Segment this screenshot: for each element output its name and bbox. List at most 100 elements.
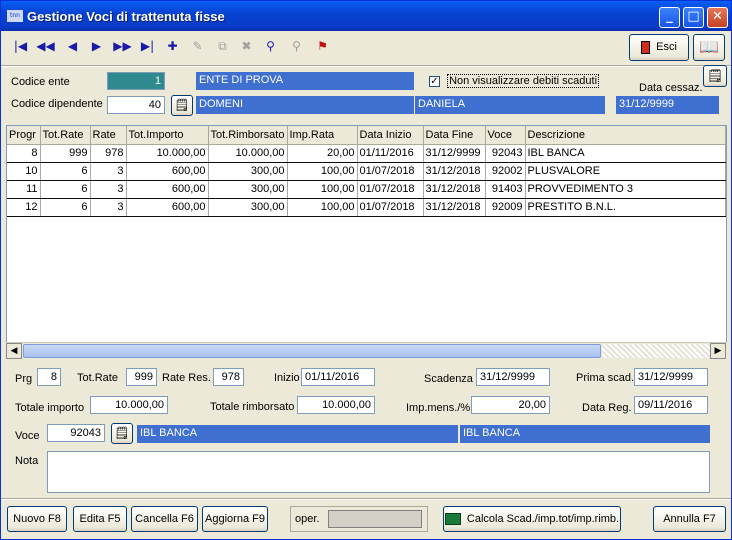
col-tot-rimborsato[interactable]: Tot.Rimborsato — [208, 126, 288, 145]
totale-rimborsato-field[interactable]: 10.000,00 — [297, 396, 375, 414]
cell: 600,00 — [126, 180, 209, 199]
data-reg-field[interactable]: 09/11/2016 — [634, 396, 708, 414]
codice-dipendente-field[interactable]: 40 — [107, 96, 165, 114]
scadenza-field[interactable]: 31/12/9999 — [476, 368, 550, 386]
oper-field — [328, 510, 422, 528]
close-button[interactable]: ✕ — [707, 7, 728, 28]
col-data-fine[interactable]: Data Fine — [423, 126, 486, 145]
cell: 01/07/2018 — [357, 198, 424, 217]
esci-button[interactable]: Esci — [629, 34, 689, 61]
col-tot-rate[interactable]: Tot.Rate — [40, 126, 91, 145]
prev-icon[interactable]: ◀ — [61, 34, 84, 59]
cell: PROVVEDIMENTO 3 — [525, 180, 726, 199]
search-disabled-icon[interactable]: ⚲ — [285, 34, 308, 59]
scroll-left-icon[interactable]: ◀ — [6, 343, 22, 359]
calcola-button[interactable]: Calcola Scad./imp.tot/imp.rimb. — [443, 506, 621, 532]
rate-res-field[interactable]: 978 — [213, 368, 244, 386]
first-icon[interactable]: |◀ — [9, 34, 32, 59]
prev-page-icon[interactable]: ◀◀ — [34, 34, 57, 59]
cell: 01/07/2018 — [357, 180, 424, 199]
table-row[interactable]: 8 999 978 10.000,00 10.000,00 20,00 01/1… — [7, 144, 726, 163]
totale-importo-field[interactable]: 10.000,00 — [90, 396, 168, 414]
help-book-icon[interactable]: 📖 — [693, 34, 725, 61]
scroll-thumb[interactable] — [23, 344, 601, 358]
voce-lookup-icon[interactable]: 🗒 — [111, 423, 133, 444]
last-icon[interactable]: ▶| — [136, 34, 159, 59]
imp-mens-field[interactable]: 20,00 — [471, 396, 550, 414]
scroll-right-icon[interactable]: ▶ — [710, 343, 726, 359]
title-bar[interactable]: tnn Gestione Voci di trattenuta fisse _ … — [1, 1, 731, 31]
col-tot-importo[interactable]: Tot.Importo — [126, 126, 209, 145]
next-page-icon[interactable]: ▶▶ — [111, 34, 134, 59]
tot-rate-field[interactable]: 999 — [126, 368, 157, 386]
search-icon[interactable]: ⚲ — [259, 34, 282, 59]
table-row[interactable]: 12 6 3 600,00 300,00 100,00 01/07/2018 3… — [7, 198, 726, 217]
cell: PLUSVALORE — [525, 162, 726, 181]
cell: 01/11/2016 — [357, 144, 424, 163]
nuovo-button[interactable]: Nuovo F8 — [7, 506, 67, 532]
table-row[interactable]: 10 6 3 600,00 300,00 100,00 01/07/2018 3… — [7, 162, 726, 181]
cell: 978 — [90, 144, 127, 163]
data-cessaz-field: 31/12/9999 — [616, 96, 719, 114]
prg-field[interactable]: 8 — [37, 368, 61, 386]
data-reg-label: Data Reg. — [582, 402, 632, 414]
cell: 10.000,00 — [126, 144, 209, 163]
col-imp-rata[interactable]: Imp.Rata — [287, 126, 358, 145]
scroll-track[interactable] — [602, 344, 712, 358]
totale-importo-label: Totale importo — [15, 402, 85, 414]
employee-surname: DOMENI — [196, 96, 414, 114]
cell: 31/12/9999 — [423, 144, 486, 163]
maximize-button[interactable]: □ — [683, 7, 704, 28]
grid-header-row: Progr Tot.Rate Rate Tot.Importo Tot.Rimb… — [7, 126, 726, 145]
cell: 92002 — [485, 162, 526, 181]
prima-scad-label: Prima scad. — [576, 372, 635, 384]
nota-label: Nota — [15, 455, 39, 467]
cessaz-calendar-icon[interactable]: 🗒 — [703, 65, 727, 87]
checkbox-label: Non visualizzare debiti scaduti — [447, 74, 600, 88]
deductions-grid: Progr Tot.Rate Rate Tot.Importo Tot.Rimb… — [6, 125, 727, 359]
aggiorna-button[interactable]: Aggiorna F9 — [202, 506, 268, 532]
filter-icon[interactable]: ⚑ — [311, 34, 334, 59]
cell: 3 — [90, 198, 127, 217]
employee-lookup-icon[interactable]: 🗒 — [171, 95, 193, 116]
cell: 600,00 — [126, 162, 209, 181]
col-data-inizio[interactable]: Data Inizio — [357, 126, 424, 145]
scadenza-label: Scadenza — [424, 373, 473, 385]
cancella-button[interactable]: Cancella F6 — [131, 506, 198, 532]
delete-icon[interactable]: ✖ — [235, 34, 258, 59]
nota-textarea[interactable] — [47, 451, 710, 493]
cell: 6 — [40, 162, 91, 181]
voce-label: Voce — [15, 430, 40, 442]
inizio-label: Inizio — [274, 372, 300, 384]
window-title: Gestione Voci di trattenuta fisse — [27, 9, 225, 24]
employee-name: DANIELA — [415, 96, 605, 114]
cell: PRESTITO B.N.L. — [525, 198, 726, 217]
codice-ente-field[interactable]: 1 — [107, 72, 165, 90]
minimize-button[interactable]: _ — [659, 7, 680, 28]
annulla-button[interactable]: Annulla F7 — [653, 506, 726, 532]
col-descrizione[interactable]: Descrizione — [525, 126, 726, 145]
cell: 100,00 — [287, 162, 358, 181]
calc-icon — [444, 513, 461, 526]
horizontal-scrollbar[interactable]: ◀ ▶ — [6, 342, 727, 359]
col-rate[interactable]: Rate — [90, 126, 127, 145]
cell: 11 — [7, 180, 41, 199]
next-icon[interactable]: ▶ — [85, 34, 108, 59]
cell: 6 — [40, 180, 91, 199]
col-voce[interactable]: Voce — [485, 126, 526, 145]
voce-field[interactable]: 92043 — [47, 424, 105, 442]
voce-description: IBL BANCA — [137, 425, 458, 443]
new-record-icon[interactable]: ✚ — [161, 34, 184, 59]
cell: 31/12/2018 — [423, 198, 486, 217]
hide-expired-checkbox[interactable]: ✓ Non visualizzare debiti scaduti — [429, 74, 600, 88]
edita-button[interactable]: Edita F5 — [73, 506, 127, 532]
col-progr[interactable]: Progr — [7, 126, 41, 145]
inizio-field[interactable]: 01/11/2016 — [301, 368, 375, 386]
ente-name: ENTE DI PROVA — [196, 72, 414, 90]
calcola-label: Calcola Scad./imp.tot/imp.rimb. — [466, 513, 620, 525]
prima-scad-field[interactable]: 31/12/9999 — [634, 368, 708, 386]
copy-icon[interactable]: ⧉ — [211, 34, 234, 59]
edit-icon[interactable]: ✎ — [186, 34, 209, 59]
checkbox-check-icon: ✓ — [429, 75, 440, 87]
table-row[interactable]: 11 6 3 600,00 300,00 100,00 01/07/2018 3… — [7, 180, 726, 199]
